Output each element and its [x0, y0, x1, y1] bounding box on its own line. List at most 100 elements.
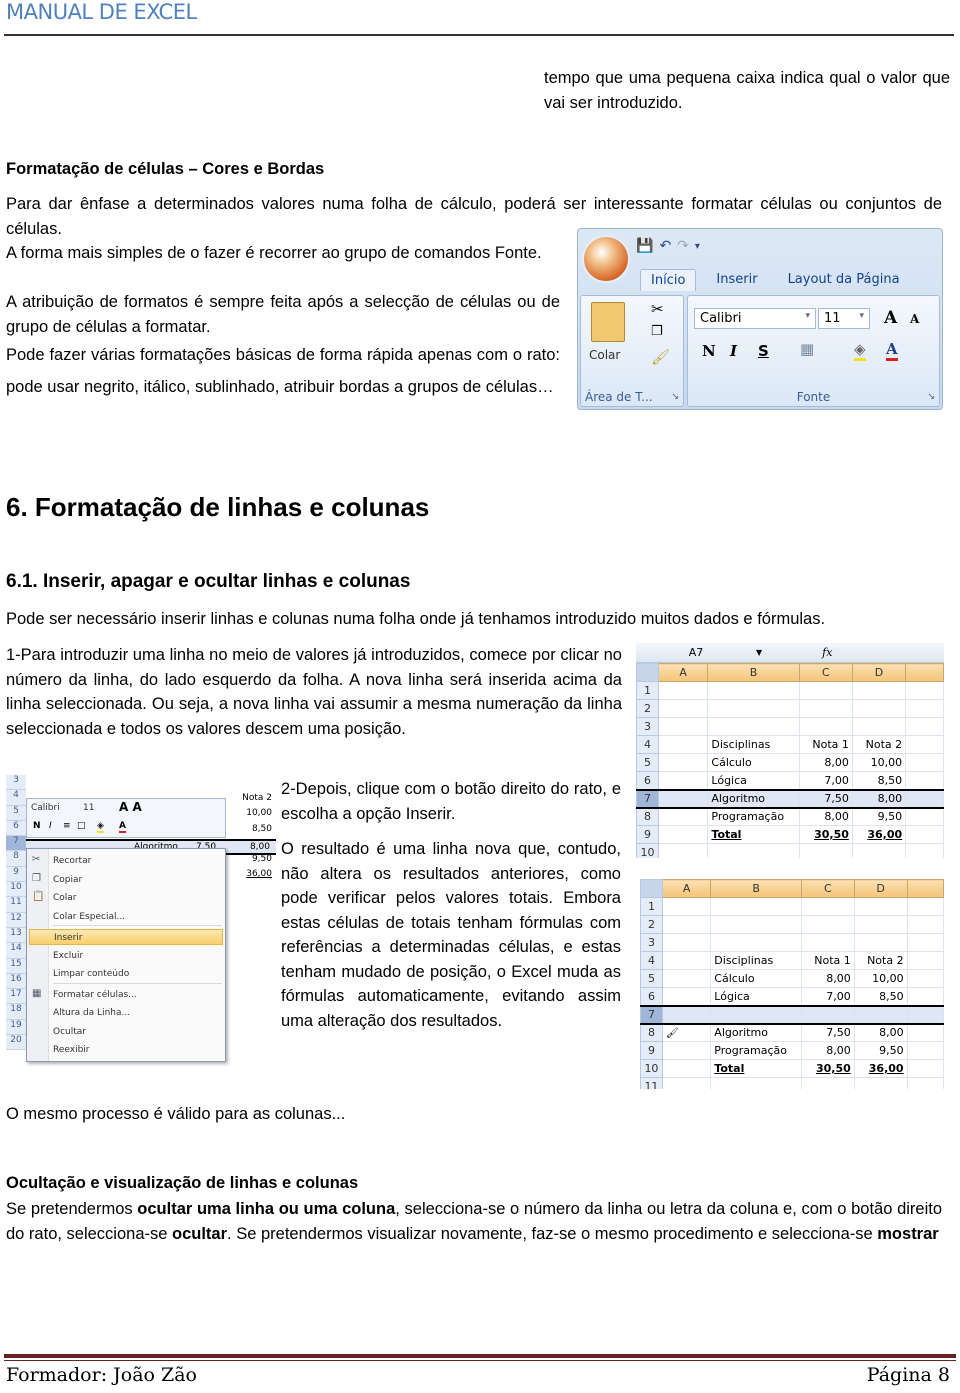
cell-e[interactable]: [906, 1059, 944, 1078]
cell-d[interactable]: 8,00: [853, 1023, 908, 1042]
cell-b[interactable]: [710, 1077, 802, 1089]
mini-bold-icon[interactable]: N: [33, 821, 41, 831]
shrink-font-button[interactable]: A: [910, 312, 919, 326]
cell-e[interactable]: [906, 1077, 944, 1089]
context-menu-item-recortar[interactable]: Recortar: [53, 853, 91, 869]
column-header-c[interactable]: C: [798, 663, 853, 682]
row-header[interactable]: 8: [636, 807, 659, 826]
select-all-corner[interactable]: [640, 879, 663, 898]
borders-icon[interactable]: ▦: [800, 340, 814, 358]
cell-c[interactable]: 7,00: [798, 771, 853, 790]
cell-c[interactable]: [798, 681, 853, 700]
cell-b[interactable]: Cálculo: [710, 969, 802, 988]
row-header[interactable]: 6: [636, 771, 659, 790]
cell-e[interactable]: [905, 699, 944, 718]
cell-a[interactable]: [661, 1041, 712, 1060]
cell-d[interactable]: 8,50: [851, 771, 907, 790]
cell-a[interactable]: [661, 951, 712, 970]
row-header[interactable]: 1: [636, 681, 659, 700]
cell-b[interactable]: Total: [710, 1059, 802, 1078]
row-header[interactable]: 3: [636, 717, 659, 736]
cell-e[interactable]: [905, 788, 944, 809]
row-header[interactable]: 10: [6, 882, 26, 898]
row-header[interactable]: 5: [640, 969, 663, 988]
mini-size-select[interactable]: 11: [83, 803, 94, 813]
column-header-c[interactable]: C: [800, 879, 855, 898]
row-header[interactable]: 7: [636, 788, 659, 809]
cell-e[interactable]: [905, 807, 944, 826]
customize-qat-icon[interactable]: ▾: [695, 241, 700, 252]
cell-b[interactable]: Lógica: [707, 771, 800, 790]
context-menu-item-formatar-c-lulas[interactable]: Formatar células...: [53, 987, 137, 1003]
cell-e[interactable]: [905, 735, 944, 754]
cell-b[interactable]: Disciplinas: [710, 951, 802, 970]
cell-a[interactable]: [661, 897, 712, 916]
cell-a[interactable]: [657, 825, 709, 844]
cell-e[interactable]: [906, 915, 944, 934]
context-menu-item-inserir[interactable]: Inserir: [29, 929, 223, 945]
column-header-d[interactable]: D: [851, 663, 907, 682]
cell-c[interactable]: 7,50: [800, 1023, 855, 1042]
cell-b[interactable]: [707, 681, 800, 700]
row-header[interactable]: 15: [6, 958, 26, 974]
copy-icon[interactable]: ❐: [651, 324, 663, 339]
cell-e[interactable]: [905, 771, 944, 790]
paste-button-label[interactable]: Colar: [589, 348, 620, 362]
cell-e[interactable]: [906, 897, 944, 916]
mini-italic-icon[interactable]: I: [49, 821, 52, 831]
name-box[interactable]: A7: [636, 646, 756, 659]
cell-e[interactable]: [905, 681, 944, 700]
row-header[interactable]: 2: [636, 699, 659, 718]
cell-d[interactable]: [853, 915, 908, 934]
row-header[interactable]: 9: [640, 1041, 663, 1060]
tab-inserir[interactable]: Inserir: [706, 269, 767, 291]
cell-d[interactable]: [851, 843, 907, 858]
fx-icon[interactable]: fx: [822, 646, 832, 659]
mini-align-icon[interactable]: ≡: [63, 821, 71, 831]
cell-e[interactable]: [905, 717, 944, 736]
row-header[interactable]: 9: [636, 825, 659, 844]
cell-b[interactable]: Algoritmo: [710, 1023, 802, 1042]
cell-b[interactable]: Total: [707, 825, 800, 844]
row-header[interactable]: 7: [640, 1004, 663, 1025]
context-menu-item-colar-especial[interactable]: Colar Especial...: [53, 909, 125, 925]
dialog-launcher-icon[interactable]: ↘: [671, 392, 679, 402]
context-menu-item-limpar-conte-do[interactable]: Limpar conteúdo: [53, 966, 129, 982]
cell-a[interactable]: [661, 1004, 712, 1025]
row-header[interactable]: 11: [640, 1077, 663, 1089]
undo-icon[interactable]: ↶: [659, 238, 671, 254]
row-header[interactable]: 4: [636, 735, 659, 754]
cell-d[interactable]: 10,00: [853, 969, 908, 988]
cell-d[interactable]: [851, 681, 907, 700]
row-header[interactable]: 11: [6, 897, 26, 913]
cell-a[interactable]: [657, 771, 709, 790]
cell-d[interactable]: Nota 2: [851, 735, 907, 754]
cell-a[interactable]: [657, 753, 709, 772]
mini-fill-icon[interactable]: ◈: [97, 821, 104, 833]
cell-a[interactable]: [661, 969, 712, 988]
cell-d[interactable]: 8,00: [851, 788, 907, 809]
cell-b[interactable]: [710, 1004, 802, 1025]
dialog-launcher-icon[interactable]: ↘: [927, 392, 935, 402]
fill-color-icon[interactable]: ◈: [854, 340, 866, 361]
row-header[interactable]: 6: [640, 987, 663, 1006]
cell-e[interactable]: [906, 987, 944, 1006]
cell-e[interactable]: [906, 933, 944, 952]
cell-d[interactable]: [851, 699, 907, 718]
cell-d[interactable]: Nota 2: [853, 951, 908, 970]
cell-a[interactable]: [657, 807, 709, 826]
bold-button[interactable]: N: [702, 342, 716, 360]
select-all-corner[interactable]: [636, 663, 659, 682]
row-header[interactable]: 12: [6, 912, 26, 928]
row-header[interactable]: 8: [6, 851, 26, 867]
redo-icon[interactable]: ↷: [677, 238, 689, 254]
name-box-dropdown-icon[interactable]: ▼: [756, 648, 762, 657]
cell-c[interactable]: Nota 1: [800, 951, 855, 970]
column-header-d[interactable]: D: [853, 879, 908, 898]
cell-b[interactable]: Programação: [710, 1041, 802, 1060]
cell-d[interactable]: [853, 1004, 908, 1025]
context-menu-item-colar[interactable]: Colar: [53, 890, 77, 906]
mini-font-select[interactable]: Calibri: [31, 803, 60, 813]
underline-button[interactable]: S: [758, 342, 769, 360]
row-header[interactable]: 8: [640, 1023, 663, 1042]
